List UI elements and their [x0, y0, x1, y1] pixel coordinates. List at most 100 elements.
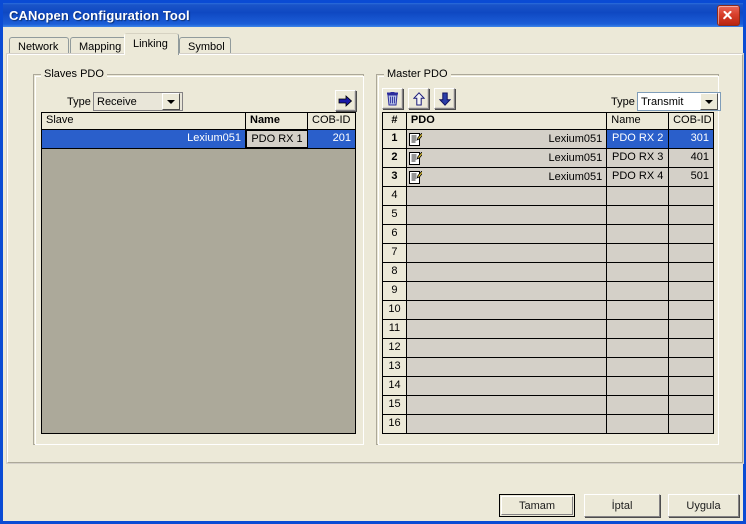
cell-index[interactable]: 10 — [383, 301, 407, 319]
cell-index[interactable]: 16 — [383, 415, 407, 433]
tab-mapping[interactable]: Mapping — [70, 37, 132, 55]
table-row[interactable]: 6 — [383, 225, 713, 244]
delete-button[interactable] — [382, 88, 403, 109]
col-name[interactable]: Name — [607, 113, 670, 129]
cell-cobid[interactable] — [669, 225, 713, 243]
close-icon[interactable] — [717, 4, 740, 26]
cell-index[interactable]: 9 — [383, 282, 407, 300]
table-row[interactable]: 10 — [383, 301, 713, 320]
cell-name[interactable] — [607, 187, 670, 205]
table-row[interactable]: 3 Lexium051 PDO RX 4 501 — [383, 168, 713, 187]
table-row[interactable]: 5 — [383, 206, 713, 225]
cell-pdo[interactable] — [406, 282, 608, 300]
cell-cobid[interactable] — [669, 358, 713, 376]
cell-index[interactable]: 7 — [383, 244, 407, 262]
master-type-select[interactable]: Transmit — [637, 92, 721, 111]
cell-pdo[interactable] — [406, 358, 608, 376]
cell-name[interactable] — [607, 301, 670, 319]
cell-name[interactable]: PDO RX 2 — [607, 130, 670, 148]
cell-index[interactable]: 3 — [383, 168, 407, 186]
cell-pdo[interactable] — [406, 320, 608, 338]
table-row[interactable]: 7 — [383, 244, 713, 263]
cell-cobid[interactable] — [669, 301, 713, 319]
cell-cobid[interactable] — [669, 339, 713, 357]
cell-pdo[interactable] — [406, 396, 608, 414]
table-row[interactable]: Lexium051 PDO RX 1 201 — [42, 130, 355, 149]
cell-pdo[interactable] — [406, 415, 608, 433]
cell-cobid[interactable]: 401 — [669, 149, 713, 167]
cell-index[interactable]: 2 — [383, 149, 407, 167]
ok-button[interactable]: Tamam — [499, 494, 575, 517]
cell-pdo[interactable] — [406, 187, 608, 205]
cell-pdo[interactable] — [406, 206, 608, 224]
chevron-down-icon[interactable] — [700, 93, 718, 110]
table-row[interactable]: 16 — [383, 415, 713, 433]
cell-name[interactable] — [607, 320, 670, 338]
table-row[interactable]: 4 — [383, 187, 713, 206]
cell-cobid[interactable] — [669, 282, 713, 300]
cell-index[interactable]: 4 — [383, 187, 407, 205]
cell-index[interactable]: 14 — [383, 377, 407, 395]
table-row[interactable]: 8 — [383, 263, 713, 282]
cell-name[interactable] — [607, 206, 670, 224]
slaves-pdo-table[interactable]: Slave Name COB-ID Lexium051 PDO RX 1 201 — [41, 112, 356, 434]
col-cobid[interactable]: COB-ID — [308, 113, 355, 129]
cell-index[interactable]: 11 — [383, 320, 407, 338]
cell-cobid[interactable]: 301 — [669, 130, 713, 148]
cell-pdo[interactable]: Lexium051 — [406, 149, 608, 167]
edit-note-icon[interactable] — [407, 151, 422, 165]
cell-name[interactable] — [607, 244, 670, 262]
cell-index[interactable]: 8 — [383, 263, 407, 281]
cell-cobid[interactable] — [669, 415, 713, 433]
cell-name[interactable] — [607, 263, 670, 281]
cell-name[interactable] — [607, 415, 670, 433]
apply-button[interactable]: Uygula — [668, 494, 739, 517]
table-row[interactable]: 13 — [383, 358, 713, 377]
cell-cobid[interactable] — [669, 244, 713, 262]
cell-pdo[interactable] — [406, 263, 608, 281]
tab-network[interactable]: Network — [9, 37, 69, 55]
cell-cobid[interactable] — [669, 263, 713, 281]
table-row[interactable]: 9 — [383, 282, 713, 301]
cell-cobid[interactable] — [669, 396, 713, 414]
move-down-button[interactable] — [434, 88, 455, 109]
cell-name[interactable]: PDO RX 3 — [607, 149, 670, 167]
transfer-to-master-button[interactable] — [335, 90, 356, 111]
cell-cobid[interactable] — [669, 377, 713, 395]
cell-pdo[interactable] — [406, 244, 608, 262]
col-pdo[interactable]: PDO — [406, 113, 608, 129]
cell-cobid[interactable] — [669, 320, 713, 338]
cell-name[interactable] — [607, 358, 670, 376]
cell-index[interactable]: 1 — [383, 130, 407, 148]
cell-pdo[interactable] — [406, 225, 608, 243]
cell-name[interactable] — [607, 339, 670, 357]
cell-cobid[interactable] — [669, 187, 713, 205]
table-row[interactable]: 2 Lexium051 PDO RX 3 401 — [383, 149, 713, 168]
table-row[interactable]: 15 — [383, 396, 713, 415]
cell-index[interactable]: 15 — [383, 396, 407, 414]
cancel-button[interactable]: İptal — [584, 494, 660, 517]
tab-symbol[interactable]: Symbol — [179, 37, 231, 55]
cell-cobid[interactable]: 501 — [669, 168, 713, 186]
cell-name[interactable]: PDO RX 4 — [607, 168, 670, 186]
cell-pdo[interactable]: Lexium051 — [406, 130, 608, 148]
edit-note-icon[interactable] — [407, 132, 422, 146]
table-row[interactable]: 1 Lexium051 PDO RX 2 301 — [383, 130, 713, 149]
cell-index[interactable]: 12 — [383, 339, 407, 357]
table-row[interactable]: 14 — [383, 377, 713, 396]
cell-name[interactable] — [607, 377, 670, 395]
table-row[interactable]: 11 — [383, 320, 713, 339]
cell-pdo[interactable] — [406, 377, 608, 395]
col-name[interactable]: Name — [246, 113, 308, 129]
move-up-button[interactable] — [408, 88, 429, 109]
master-pdo-table[interactable]: # PDO Name COB-ID 1 Lexium051 PDO RX 2 301 2… — [382, 112, 714, 434]
cell-index[interactable]: 13 — [383, 358, 407, 376]
slaves-type-select[interactable]: Receive — [93, 92, 183, 111]
cell-name[interactable] — [607, 396, 670, 414]
tab-linking[interactable]: Linking — [124, 33, 179, 55]
cell-name[interactable]: PDO RX 1 — [246, 130, 308, 148]
cell-index[interactable]: 6 — [383, 225, 407, 243]
cell-pdo[interactable] — [406, 339, 608, 357]
col-slave[interactable]: Slave — [42, 113, 246, 129]
edit-note-icon[interactable] — [407, 170, 422, 184]
